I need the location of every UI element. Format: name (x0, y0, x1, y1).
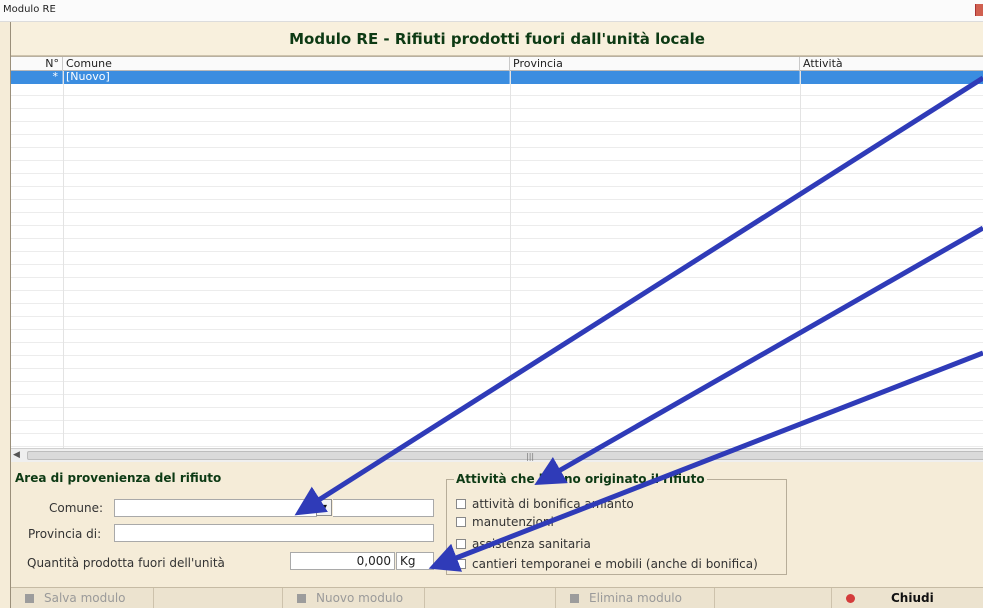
annotation-arrow (534, 225, 983, 485)
annotation-arrows (294, 75, 983, 572)
annotation-arrow (294, 75, 983, 516)
